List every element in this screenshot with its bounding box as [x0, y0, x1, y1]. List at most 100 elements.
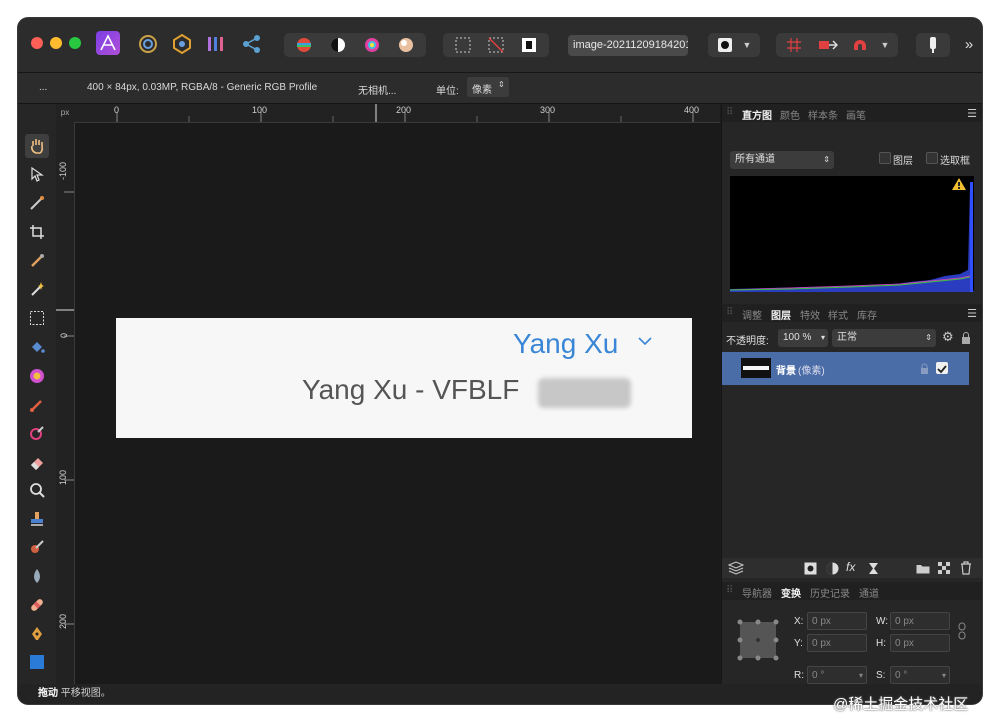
tab-brushes[interactable]: 画笔	[846, 107, 866, 122]
anchor-point-icon[interactable]	[736, 618, 780, 662]
auto-white-balance-icon[interactable]	[394, 33, 418, 57]
minimize-window-button[interactable]	[50, 37, 62, 49]
unit-select[interactable]: 像素 ⇕	[467, 77, 509, 97]
blend-mode-select[interactable]: 正常 ⇕	[832, 329, 936, 347]
tab-styles[interactable]: 样式	[828, 307, 848, 322]
layers-stack-icon[interactable]	[728, 561, 744, 575]
liquify-persona-icon[interactable]	[136, 32, 160, 56]
tone-map-persona-icon[interactable]	[204, 32, 228, 56]
healing-brush-icon[interactable]	[25, 593, 49, 617]
paint-brush-icon[interactable]	[25, 393, 49, 417]
shear-value: 0 °	[895, 670, 908, 681]
link-icon[interactable]	[958, 622, 966, 640]
move-tool-icon[interactable]	[25, 162, 49, 186]
tab-histogram[interactable]: 直方图	[742, 107, 772, 122]
quick-mask-icon[interactable]	[714, 33, 736, 57]
magic-wand-icon[interactable]	[25, 277, 49, 301]
channel-select[interactable]: 所有通道 ⇕	[730, 151, 834, 169]
live-filter-icon[interactable]	[868, 562, 879, 575]
canvas-area[interactable]: Yang Xu Yang Xu - VFBLF	[75, 123, 720, 684]
horizontal-ruler[interactable]: 0 100 200 300 400	[74, 104, 720, 123]
tab-stock[interactable]: 库存	[857, 307, 877, 322]
export-persona-icon[interactable]	[240, 32, 264, 56]
auto-colors-icon[interactable]	[360, 33, 384, 57]
tab-navigator[interactable]: 导航器	[742, 585, 772, 600]
pixel-layer-icon[interactable]	[938, 562, 951, 575]
panel-menu-icon[interactable]: ☰	[967, 107, 977, 120]
lock-icon[interactable]	[961, 331, 971, 344]
rectangle-shape-icon[interactable]	[25, 650, 49, 674]
selection-brush-icon[interactable]	[25, 249, 49, 273]
visibility-checkbox[interactable]	[936, 362, 948, 374]
y-field[interactable]: 0 px	[807, 634, 867, 652]
drag-handle-icon[interactable]: ⠿	[726, 585, 733, 596]
auto-contrast-icon[interactable]	[326, 33, 350, 57]
ruler-tick-label: -100	[58, 161, 68, 180]
adjustment-icon[interactable]	[826, 562, 839, 575]
trash-icon[interactable]	[960, 561, 972, 575]
tab-transform[interactable]: 变换	[781, 585, 801, 600]
chevron-down-icon[interactable]: ▼	[740, 33, 754, 57]
assistant-icon[interactable]	[923, 33, 943, 57]
opacity-select[interactable]: 100 % ▾	[778, 329, 828, 347]
marquee-checkbox[interactable]	[926, 152, 938, 164]
overflow-icon[interactable]: »	[962, 32, 976, 56]
blur-brush-icon[interactable]	[25, 564, 49, 588]
lock-icon[interactable]	[920, 363, 929, 375]
shear-field[interactable]: 0 ° ▾	[890, 666, 950, 684]
auto-levels-icon[interactable]	[292, 33, 316, 57]
layer-checkbox[interactable]	[879, 152, 891, 164]
w-label: W:	[876, 616, 889, 627]
context-more[interactable]: ...	[39, 82, 47, 93]
tab-color[interactable]: 颜色	[780, 107, 800, 122]
w-field[interactable]: 0 px	[890, 612, 950, 630]
gear-icon[interactable]: ⚙	[942, 329, 954, 345]
fx-icon[interactable]: fx	[846, 560, 855, 574]
snapping-magnet-icon[interactable]	[848, 33, 872, 57]
tab-effects[interactable]: 特效	[800, 307, 820, 322]
eraser-icon[interactable]	[25, 450, 49, 474]
opacity-label: 不透明度:	[726, 336, 769, 347]
zoom-tool-icon[interactable]	[25, 478, 49, 502]
chevron-down-icon: ▾	[858, 671, 863, 680]
folder-icon[interactable]	[916, 563, 930, 574]
close-window-button[interactable]	[31, 37, 43, 49]
rectangular-marquee-icon[interactable]	[25, 306, 49, 330]
zoom-window-button[interactable]	[69, 37, 81, 49]
app-logo-icon[interactable]	[96, 31, 120, 55]
tab-channels[interactable]: 通道	[859, 585, 879, 600]
grid-icon[interactable]	[782, 33, 806, 57]
retouch-brush-icon[interactable]	[25, 535, 49, 559]
invert-selection-icon[interactable]	[517, 33, 541, 57]
rotation-field[interactable]: 0 ° ▾	[807, 666, 867, 684]
panel-menu-icon[interactable]: ☰	[967, 307, 977, 320]
unit-label: 单位:	[436, 86, 459, 97]
drag-handle-icon[interactable]: ⠿	[726, 107, 733, 118]
pen-tool-icon[interactable]	[25, 622, 49, 646]
camera-info[interactable]: 无相机...	[358, 82, 396, 97]
tab-adjustments[interactable]: 调整	[742, 307, 762, 322]
hand-tool-icon[interactable]	[25, 134, 49, 158]
color-wheel-icon[interactable]	[25, 364, 49, 388]
move-to-icon[interactable]	[816, 33, 840, 57]
drag-handle-icon[interactable]: ⠿	[726, 307, 733, 318]
crop-tool-icon[interactable]	[25, 220, 49, 244]
tab-history[interactable]: 历史记录	[810, 585, 850, 600]
document-image[interactable]: Yang Xu Yang Xu - VFBLF	[116, 318, 692, 438]
color-replace-brush-icon[interactable]	[25, 421, 49, 445]
clone-stamp-icon[interactable]	[25, 507, 49, 531]
vertical-ruler[interactable]: -100 0 100 200	[56, 122, 75, 684]
chevron-down-icon[interactable]: ▼	[878, 33, 892, 57]
color-picker-icon[interactable]	[25, 191, 49, 215]
deselect-icon[interactable]	[484, 33, 508, 57]
document-name-field[interactable]: image-20211209184201	[568, 35, 688, 56]
develop-persona-icon[interactable]	[170, 32, 194, 56]
layer-row[interactable]: 背景 (像素)	[722, 352, 969, 385]
h-field[interactable]: 0 px	[890, 634, 950, 652]
marquee-icon[interactable]	[451, 33, 475, 57]
mask-layer-icon[interactable]	[804, 562, 817, 575]
x-field[interactable]: 0 px	[807, 612, 867, 630]
tab-swatches[interactable]: 样本条	[808, 107, 838, 122]
flood-fill-icon[interactable]	[25, 335, 49, 359]
tab-layers[interactable]: 图层	[771, 307, 791, 322]
